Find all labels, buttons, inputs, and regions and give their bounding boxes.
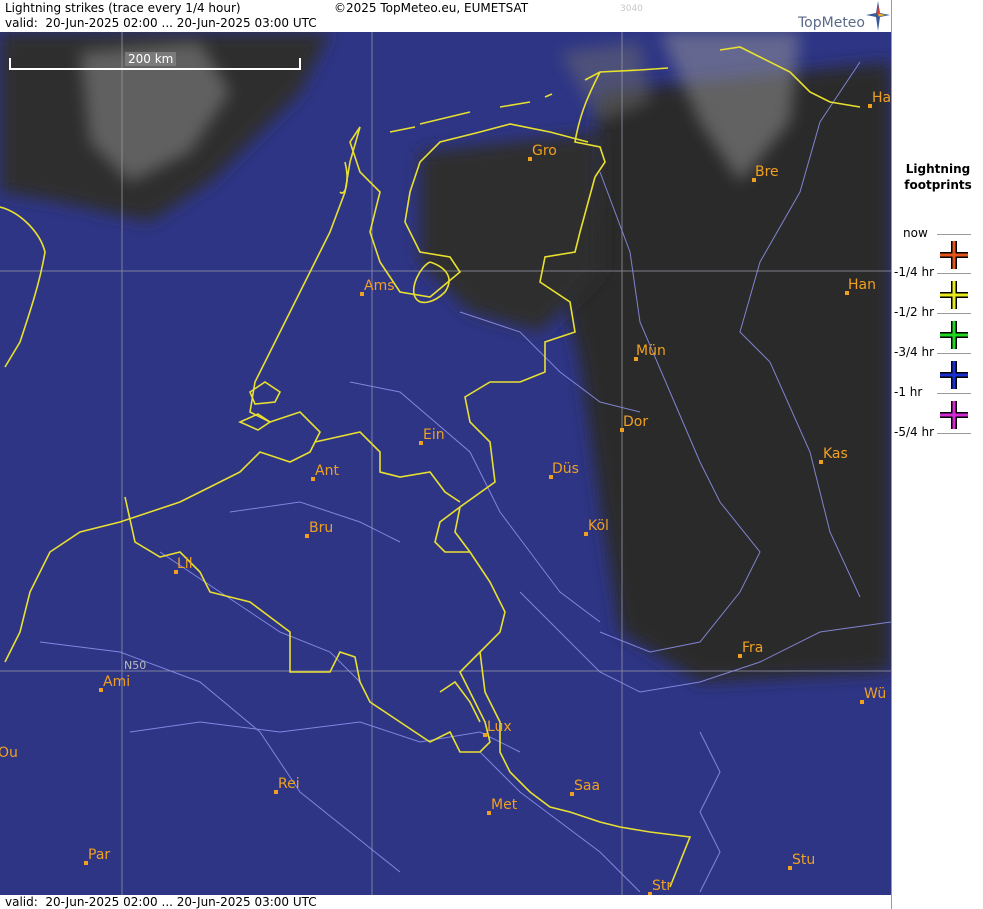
legend-label-half: -1/2 hr <box>894 305 934 319</box>
city-label-rei[interactable]: Rei <box>278 776 300 792</box>
legend-label-three-quarter: -3/4 hr <box>894 345 934 359</box>
city-label-kas[interactable]: Kas <box>823 446 848 462</box>
city-label-ein[interactable]: Ein <box>423 427 445 443</box>
city-label-wu[interactable]: Wü <box>864 686 886 702</box>
valid-time-top: valid: 20-Jun-2025 02:00 ... 20-Jun-2025… <box>5 16 317 30</box>
topmeteo-logo-text: TopMeteo <box>798 15 865 31</box>
cross-orange-icon <box>940 241 968 269</box>
city-label-han[interactable]: Han <box>848 277 876 293</box>
latitude-label: N50 <box>124 659 147 672</box>
city-label-bre[interactable]: Bre <box>755 164 779 180</box>
legend-divider <box>937 433 971 434</box>
city-label-ams[interactable]: Ams <box>364 278 395 294</box>
city-label-saa[interactable]: Saa <box>574 778 600 794</box>
legend-label-now: now <box>903 226 928 240</box>
map-header: Lightning strikes (trace every 1/4 hour)… <box>0 0 891 32</box>
map-drawing <box>0 32 891 895</box>
cross-magenta-icon <box>940 401 968 429</box>
city-label-ami[interactable]: Ami <box>103 674 130 690</box>
scale-bar-label: 200 km <box>125 52 177 66</box>
city-label-dor[interactable]: Dor <box>623 414 648 430</box>
satellite-map[interactable]: 200 km N50 Gro Bre Han Ams Mün Dor Ein K… <box>0 32 891 895</box>
city-label-lil[interactable]: Lil <box>177 556 193 572</box>
compass-star-icon <box>866 1 890 31</box>
city-label-mun[interactable]: Mün <box>636 343 666 359</box>
city-label-ha[interactable]: Ha <box>872 90 891 106</box>
map-title: Lightning strikes (trace every 1/4 hour) <box>5 1 241 15</box>
cross-green-icon <box>940 321 968 349</box>
legend-divider <box>937 234 971 235</box>
city-label-dus[interactable]: Düs <box>552 461 579 477</box>
city-label-kol[interactable]: Köl <box>588 518 609 534</box>
legend-label-hour: -1 hr <box>894 385 923 399</box>
copyright-text: ©2025 TopMeteo.eu, EUMETSAT <box>334 1 529 15</box>
legend-label-five-quarter: -5/4 hr <box>894 425 934 439</box>
legend-panel: Lightning footprints now -1/4 hr -1/2 hr… <box>891 0 983 909</box>
city-label-par[interactable]: Par <box>88 847 110 863</box>
map-footer: valid: 20-Jun-2025 02:00 ... 20-Jun-2025… <box>0 895 891 909</box>
product-code: 3040 <box>620 4 643 14</box>
city-label-bru[interactable]: Bru <box>309 520 333 536</box>
city-label-fra[interactable]: Fra <box>742 640 763 656</box>
city-label-str[interactable]: Str <box>652 878 672 894</box>
city-label-lux[interactable]: Lux <box>487 719 512 735</box>
legend-label-quarter: -1/4 hr <box>894 265 934 279</box>
city-label-ant[interactable]: Ant <box>315 463 339 479</box>
legend-title: Lightning footprints <box>892 161 983 193</box>
legend-divider <box>937 273 971 274</box>
cross-blue-icon <box>940 361 968 389</box>
legend-title-line2: footprints <box>904 178 972 192</box>
cross-yellow-icon <box>940 281 968 309</box>
legend-divider <box>937 353 971 354</box>
legend-divider <box>937 313 971 314</box>
city-label-stu[interactable]: Stu <box>792 852 815 868</box>
city-label-met[interactable]: Met <box>491 797 517 813</box>
legend-divider <box>937 393 971 394</box>
city-label-gro[interactable]: Gro <box>532 143 557 159</box>
legend-title-line1: Lightning <box>905 162 971 176</box>
city-label-ou[interactable]: Ou <box>0 745 18 761</box>
valid-time-bottom: valid: 20-Jun-2025 02:00 ... 20-Jun-2025… <box>5 895 317 909</box>
